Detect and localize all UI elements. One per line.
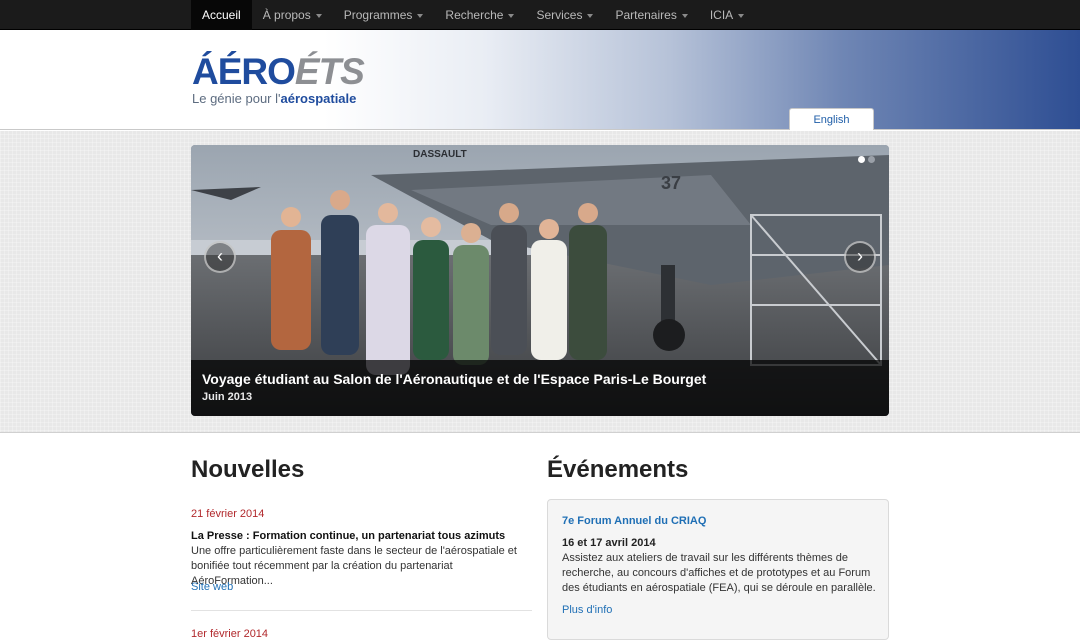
news-item-text: Une offre particulièrement faste dans le…: [191, 545, 517, 587]
news-section: Nouvelles: [191, 455, 532, 485]
nav-item-label: Services: [536, 8, 583, 22]
nav-item-recherche[interactable]: Recherche: [434, 0, 525, 30]
top-navbar: Accueil À propos Programmes Recherche Se…: [0, 0, 1080, 30]
carousel-next-button[interactable]: ›: [844, 241, 876, 273]
main-menu: Accueil À propos Programmes Recherche Se…: [191, 0, 755, 30]
carousel-prev-button[interactable]: ‹: [204, 241, 236, 273]
nav-item-accueil[interactable]: Accueil: [191, 0, 252, 30]
caret-down-icon: [508, 13, 515, 18]
caption-date: Juin 2013: [202, 391, 253, 403]
logo-wordmark: ÁÉROÉTS: [192, 51, 365, 92]
jet-number-text: 37: [661, 173, 681, 193]
news-heading: Nouvelles: [191, 456, 305, 483]
news-item-link[interactable]: Site web: [191, 581, 233, 593]
carousel-indicator-2[interactable]: [868, 156, 875, 163]
events-section: Événements: [547, 455, 688, 485]
event-more-link[interactable]: Plus d'info: [562, 604, 612, 616]
jet-brand-text: DASSAULT: [413, 149, 467, 160]
logo-tagline: Le génie pour l'aérospatiale: [192, 91, 357, 106]
events-heading: Événements: [547, 456, 689, 483]
event-date: 16 et 17 avril 2014: [562, 537, 656, 549]
nav-item-services[interactable]: Services: [525, 0, 604, 30]
news-item-date: 1er février 2014: [191, 628, 269, 640]
news-divider: [191, 610, 532, 611]
caret-down-icon: [587, 13, 594, 18]
nav-item-label: Programmes: [343, 8, 413, 22]
nav-item-label: À propos: [262, 8, 311, 22]
caret-down-icon: [681, 13, 688, 18]
caret-down-icon: [738, 13, 745, 18]
carousel-indicators: [858, 156, 875, 163]
nav-item-label: Partenaires: [615, 8, 677, 22]
nav-item-label: Accueil: [202, 8, 241, 22]
nav-item-a-propos[interactable]: À propos: [252, 0, 333, 30]
language-switch-tab[interactable]: English: [789, 108, 874, 130]
event-title-link[interactable]: 7e Forum Annuel du CRIAQ: [562, 515, 706, 527]
nav-item-label: Recherche: [445, 8, 504, 22]
caret-down-icon: [315, 13, 322, 18]
news-item-date: 21 février 2014: [191, 508, 265, 520]
nav-item-label: ICIA: [709, 8, 734, 22]
chevron-left-icon: ‹: [217, 246, 223, 266]
event-card: 7e Forum Annuel du CRIAQ 16 et 17 avril …: [547, 499, 889, 640]
carousel-caption: Voyage étudiant au Salon de l'Aéronautiq…: [191, 360, 889, 416]
news-item-title[interactable]: La Presse : Formation continue, un parte…: [191, 530, 505, 542]
nav-item-icia[interactable]: ICIA: [699, 0, 755, 30]
aeroets-logo[interactable]: ÁÉROÉTS Le génie pour l'aérospatiale: [192, 51, 365, 108]
caption-title: Voyage étudiant au Salon de l'Aéronautiq…: [202, 371, 707, 387]
chevron-right-icon: ›: [857, 246, 863, 266]
nav-item-partenaires[interactable]: Partenaires: [604, 0, 698, 30]
caret-down-icon: [417, 13, 424, 18]
hero-carousel: DASSAULT 37 ‹ › Voyage étudiant au Salon…: [191, 145, 889, 416]
site-header: ÁÉROÉTS Le génie pour l'aérospatiale Eng…: [0, 30, 1080, 130]
nav-item-programmes[interactable]: Programmes: [333, 0, 435, 30]
carousel-indicator-1[interactable]: [858, 156, 865, 163]
event-description: Assistez aux ateliers de travail sur les…: [562, 552, 876, 594]
